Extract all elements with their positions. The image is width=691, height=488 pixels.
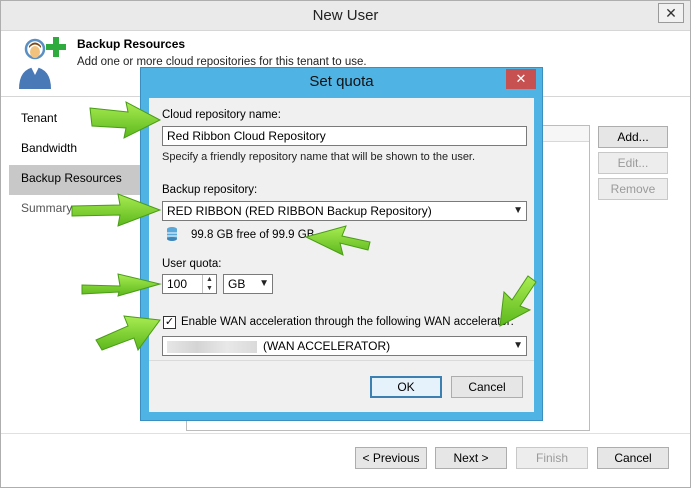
arrow-icon-quota [81,273,162,297]
arrow-icon-repo-name [89,101,162,139]
arrow-icon-wan-checkbox [95,315,161,352]
annotation-arrows [71,101,537,352]
arrow-icon-free-space [304,225,371,256]
arrow-icon-wan-accelerator [499,275,537,327]
arrow-icon-backup-repo [71,193,162,227]
